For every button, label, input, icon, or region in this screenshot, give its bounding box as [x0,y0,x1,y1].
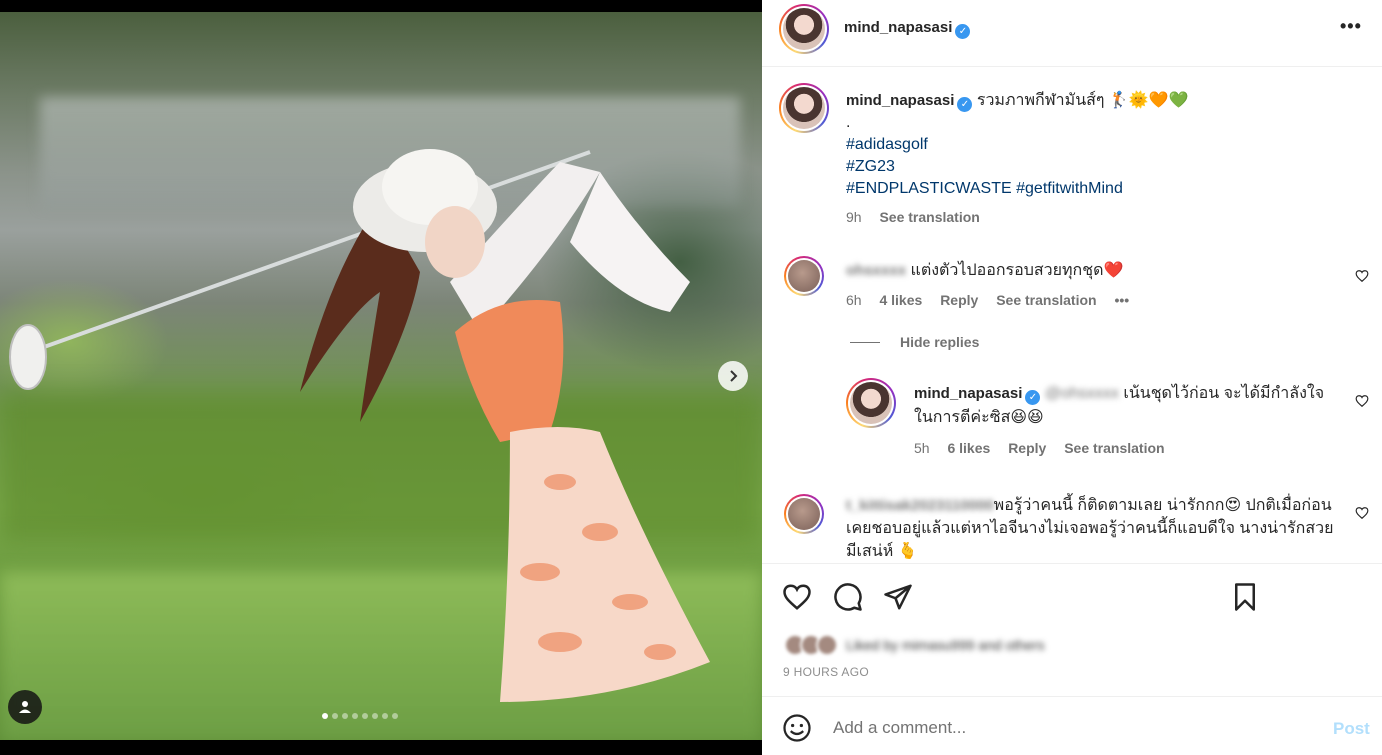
author-username[interactable]: mind_napasasi [844,19,952,36]
comment-item: ohsxxxx แต่งตัวไปออกรอบสวยทุกชุด❤️ 6h 4 … [762,252,1382,322]
commenter-avatar[interactable] [784,256,824,296]
hashtag-link[interactable]: #ENDPLASTICWASTE [846,180,1012,197]
tagged-users-button[interactable] [8,690,42,724]
save-bookmark-icon[interactable] [1230,582,1260,612]
carousel-dot [322,713,328,719]
verified-badge-icon: ✓ [955,24,971,39]
likes-text[interactable]: Liked by mimasu999 and others [846,637,1044,653]
commenter-username[interactable]: ohsxxxx [846,262,906,279]
caption-username[interactable]: mind_napasasi [846,92,954,109]
carousel-dot [382,713,388,719]
photo-golfer-illustration [9,149,710,702]
comment-time[interactable]: 6h [846,292,862,308]
reply-author-avatar[interactable] [846,378,896,428]
verified-badge-icon: ✓ [957,97,973,112]
reply-time[interactable]: 5h [914,440,930,456]
like-comment-heart-icon[interactable] [1355,269,1369,283]
reply-button[interactable]: Reply [1008,440,1046,456]
post-side-panel: mind_napasasi ✓ ••• mind_napasasi ✓ รวมภาพ… [762,0,1382,755]
caption: mind_napasasi ✓ รวมภาพกีฬามันส์ๆ 🏌️🌞🧡💚 . … [846,90,1346,228]
post-timestamp[interactable]: 9 HOURS AGO [783,665,869,679]
comment-likes[interactable]: 4 likes [879,292,922,308]
caption-see-translation[interactable]: See translation [879,209,979,225]
reply-item: mind_napasasi ✓ @ohsxxxx เน้นชุดไว้ก่อน จ… [762,374,1382,464]
carousel-next-button[interactable] [718,361,748,391]
add-comment-bar: Post [762,696,1382,755]
chevron-right-icon [730,370,738,382]
carousel-dot [332,713,338,719]
reply-likes[interactable]: 6 likes [947,440,990,456]
like-comment-heart-icon[interactable] [1355,506,1369,520]
comment-bubble-icon[interactable] [833,582,863,612]
liker-avatars [784,634,838,656]
author-avatar[interactable] [779,4,829,54]
reply-mention[interactable]: @ohsxxxx [1045,385,1119,402]
carousel-dot [342,713,348,719]
share-send-icon[interactable] [883,582,913,612]
comment-item: t_kittisak2023110000พอรู้ว่าคนนี้ ก็ติดต… [762,488,1382,563]
reply-username[interactable]: mind_napasasi [914,385,1022,402]
comments-section[interactable]: mind_napasasi ✓ รวมภาพกีฬามันส์ๆ 🏌️🌞🧡💚 . … [762,68,1382,563]
carousel-dot [372,713,378,719]
user-icon [19,701,31,713]
hashtag-link[interactable]: #adidasgolf [846,136,928,153]
replies-divider [850,341,880,343]
like-heart-icon[interactable] [782,582,812,612]
hide-replies-label[interactable]: Hide replies [900,334,979,350]
author-username-row: mind_napasasi ✓ [844,19,971,39]
caption-time[interactable]: 9h [846,209,862,225]
hashtag-link[interactable]: #getfitwithMind [1016,180,1123,197]
see-translation-button[interactable]: See translation [1064,440,1164,456]
post-media-panel [0,0,762,755]
carousel-dot [352,713,358,719]
commenter-avatar[interactable] [784,494,824,534]
caption-author-avatar[interactable] [779,83,829,133]
comment-more-button[interactable]: ••• [1114,292,1129,308]
caption-text: รวมภาพกีฬามันส์ๆ 🏌️🌞🧡💚 [976,92,1189,109]
reply-button[interactable]: Reply [940,292,978,308]
hashtag-link[interactable]: #ZG23 [846,158,895,175]
see-translation-button[interactable]: See translation [996,292,1096,308]
like-reply-heart-icon[interactable] [1355,394,1369,408]
commenter-username[interactable]: t_kittisak2023110000 [846,497,994,514]
caption-dot: . [846,114,851,131]
more-options-button[interactable]: ••• [1340,16,1362,37]
comment-text: แต่งตัวไปออกรอบสวยทุกชุด❤️ [910,262,1124,279]
likes-summary[interactable]: Liked by mimasu999 and others [784,634,1044,656]
carousel-dots [322,713,398,719]
post-actions: Liked by mimasu999 and others 9 HOURS AG… [762,563,1382,696]
post-photo[interactable] [0,12,762,740]
carousel-dot [392,713,398,719]
emoji-icon[interactable] [782,713,812,743]
comment-input[interactable] [833,717,1313,739]
carousel-dot [362,713,368,719]
post-comment-button[interactable]: Post [1333,719,1370,739]
post-header: mind_napasasi ✓ ••• [762,0,1382,67]
hide-replies-toggle[interactable]: Hide replies [850,334,979,350]
verified-badge-icon: ✓ [1025,390,1041,405]
